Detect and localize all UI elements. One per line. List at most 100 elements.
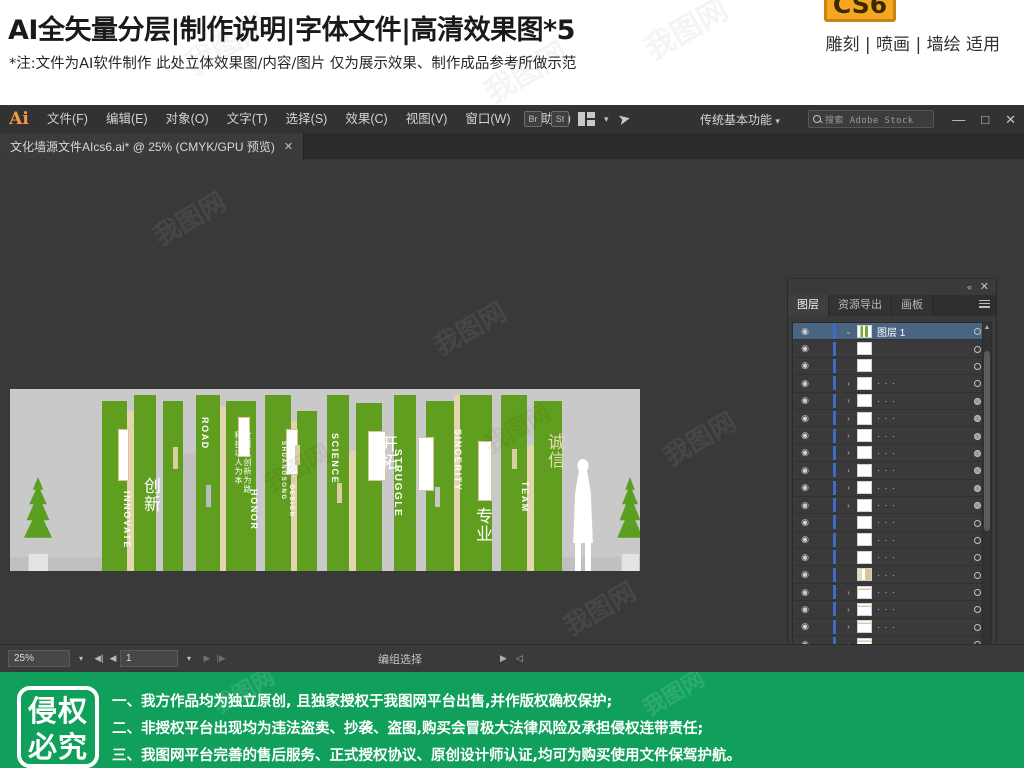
layer-row[interactable]: ◉: [793, 358, 989, 376]
layer-row[interactable]: ◉ › · · ·: [793, 410, 989, 428]
stock-search-field[interactable]: 搜索 Adobe Stock: [808, 110, 934, 128]
layer-name[interactable]: · · ·: [872, 587, 965, 597]
layer-name[interactable]: · · ·: [872, 604, 965, 614]
close-button[interactable]: ✕: [1005, 113, 1016, 126]
layer-row[interactable]: ◉ · · ·: [793, 514, 989, 532]
prev-artboard-icon[interactable]: ◀: [106, 653, 120, 664]
status-resize-icon[interactable]: ◁: [516, 653, 523, 664]
next-artboard-icon[interactable]: ▶: [200, 653, 214, 664]
zoom-level-field[interactable]: 25%: [8, 650, 70, 667]
eye-icon[interactable]: ◉: [793, 378, 817, 389]
menu-type[interactable]: 文字(T): [218, 105, 277, 133]
layer-row[interactable]: ◉ › · · ·: [793, 619, 989, 637]
tab-layers[interactable]: 图层: [788, 295, 829, 316]
share-behance-icon[interactable]: ➤: [616, 109, 632, 129]
layer-name[interactable]: · · ·: [872, 622, 965, 632]
eye-icon[interactable]: ◉: [793, 517, 817, 528]
scroll-up-icon[interactable]: ▲: [983, 324, 991, 331]
eye-icon[interactable]: ◉: [793, 343, 817, 354]
scrollbar-thumb[interactable]: [984, 351, 990, 531]
eye-icon[interactable]: ◉: [793, 326, 817, 337]
layer-name[interactable]: · · ·: [872, 517, 965, 527]
tab-asset-export[interactable]: 资源导出: [829, 295, 892, 316]
eye-icon[interactable]: ◉: [793, 413, 817, 424]
chevron-down-icon[interactable]: ▾: [70, 654, 92, 663]
tab-artboards[interactable]: 画板: [892, 295, 933, 316]
last-artboard-icon[interactable]: |▶: [214, 653, 228, 664]
eye-icon[interactable]: ◉: [793, 604, 817, 615]
arrange-documents-icon[interactable]: [578, 112, 595, 126]
status-play-icon[interactable]: ▶: [500, 653, 507, 664]
eye-icon[interactable]: ◉: [793, 534, 817, 545]
menu-file[interactable]: 文件(F): [38, 105, 97, 133]
eye-icon[interactable]: ◉: [793, 621, 817, 632]
layer-name[interactable]: · · ·: [872, 396, 965, 406]
eye-icon[interactable]: ◉: [793, 482, 817, 493]
disclosure-triangle-icon[interactable]: ›: [840, 622, 857, 631]
menu-effect[interactable]: 效果(C): [336, 105, 396, 133]
layer-name[interactable]: · · ·: [872, 535, 965, 545]
layer-row[interactable]: ◉ › · · ·: [793, 601, 989, 619]
layer-row[interactable]: ◉ › · · ·: [793, 480, 989, 497]
layer-row[interactable]: ◉ · · ·: [793, 549, 989, 567]
disclosure-triangle-icon[interactable]: ›: [840, 379, 857, 388]
panel-menu-icon[interactable]: [979, 300, 990, 310]
layer-name[interactable]: · · ·: [872, 431, 965, 441]
close-icon[interactable]: ✕: [284, 140, 293, 153]
disclosure-triangle-icon[interactable]: ›: [840, 448, 857, 457]
layer-row[interactable]: ◉ › · · ·: [793, 497, 989, 515]
layer-name[interactable]: · · ·: [872, 465, 965, 475]
layer-row[interactable]: ◉ · · ·: [793, 566, 989, 584]
eye-icon[interactable]: ◉: [793, 465, 817, 476]
eye-icon[interactable]: ◉: [793, 447, 817, 458]
document-tab[interactable]: 文化墙源文件AIcs6.ai* @ 25% (CMYK/GPU 预览) ✕: [0, 133, 305, 159]
bridge-icon[interactable]: Br: [524, 111, 542, 127]
layer-row[interactable]: ◉ ⌄ 图层 1: [793, 323, 989, 341]
disclosure-triangle-icon[interactable]: ›: [840, 588, 857, 597]
eye-icon[interactable]: ◉: [793, 569, 817, 580]
eye-icon[interactable]: ◉: [793, 552, 817, 563]
layer-row[interactable]: ◉ › · · ·: [793, 445, 989, 463]
layer-name[interactable]: · · ·: [872, 448, 965, 458]
layer-row[interactable]: ◉ › · · ·: [793, 375, 989, 393]
chevron-down-icon[interactable]: ▾: [178, 654, 200, 663]
layer-row[interactable]: ◉ · · ·: [793, 532, 989, 550]
maximize-button[interactable]: □: [981, 113, 989, 126]
eye-icon[interactable]: ◉: [793, 587, 817, 598]
chevron-down-icon[interactable]: ▾: [604, 114, 609, 125]
layer-row[interactable]: ◉ › · · ·: [793, 584, 989, 602]
menu-window[interactable]: 窗口(W): [456, 105, 519, 133]
layer-name[interactable]: · · ·: [872, 500, 965, 510]
layer-name[interactable]: · · ·: [872, 413, 965, 423]
first-artboard-icon[interactable]: ◀|: [92, 653, 106, 664]
layer-name[interactable]: · · ·: [872, 483, 965, 493]
disclosure-triangle-icon[interactable]: ›: [840, 501, 857, 510]
eye-icon[interactable]: ◉: [793, 360, 817, 371]
menu-object[interactable]: 对象(O): [157, 105, 218, 133]
disclosure-triangle-icon[interactable]: ›: [840, 605, 857, 614]
artboard-number-field[interactable]: 1: [120, 650, 178, 667]
disclosure-triangle-icon[interactable]: ›: [840, 414, 857, 423]
menu-view[interactable]: 视图(V): [397, 105, 457, 133]
stock-icon[interactable]: St: [551, 111, 569, 127]
eye-icon[interactable]: ◉: [793, 500, 817, 511]
minimize-button[interactable]: —: [952, 113, 965, 126]
workspace-switcher[interactable]: 传统基本功能 ▾: [700, 111, 780, 128]
artboard-culture-wall[interactable]: 创新 INNOVATE ROAD 科技以人为本 发展以创新为路 HONOR SH…: [10, 389, 640, 571]
close-icon[interactable]: ✕: [980, 280, 989, 293]
layer-name[interactable]: · · ·: [872, 378, 965, 388]
collapse-icon[interactable]: «: [967, 282, 972, 292]
eye-icon[interactable]: ◉: [793, 430, 817, 441]
layer-row[interactable]: ◉ › · · ·: [793, 393, 989, 410]
disclosure-triangle-icon[interactable]: ›: [840, 466, 857, 475]
layer-row[interactable]: ◉ › · · ·: [793, 462, 989, 480]
menu-select[interactable]: 选择(S): [277, 105, 337, 133]
layer-name[interactable]: · · ·: [872, 552, 965, 562]
disclosure-triangle-icon[interactable]: ›: [840, 483, 857, 492]
layer-row[interactable]: ◉: [793, 340, 989, 358]
layer-name[interactable]: 图层 1: [872, 324, 965, 339]
layer-row[interactable]: ◉ › · · ·: [793, 427, 989, 445]
eye-icon[interactable]: ◉: [793, 395, 817, 406]
chevron-down-icon[interactable]: ▾: [775, 116, 780, 126]
disclosure-triangle-icon[interactable]: ⌄: [840, 327, 857, 336]
